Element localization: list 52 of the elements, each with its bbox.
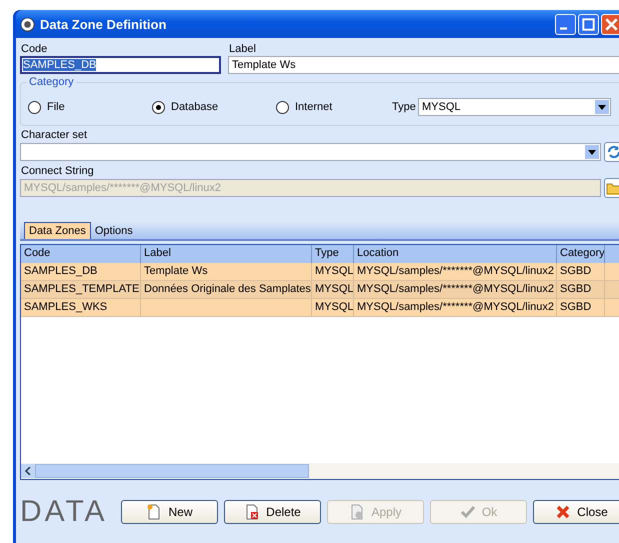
maximize-button[interactable] [578,14,599,34]
label-field[interactable]: Template Ws [228,56,619,74]
app-icon [20,16,35,32]
type-dropdown[interactable]: MYSQL [418,98,611,116]
code-field[interactable]: SAMPLES_DB [20,56,221,74]
close-icon [555,504,572,520]
action-button[interactable]: Delete [224,500,321,524]
character-set-label: Character set [20,128,88,142]
logo: DATA [20,496,109,528]
table-cell: SAMPLES_DB [21,263,141,280]
category-title: Category [27,76,76,88]
table-cell: MYSQL/samples/*******@MYSQL/linux2 [354,263,557,280]
minimize-icon [560,26,567,30]
close-window-button[interactable] [601,14,619,34]
apply-document-icon [349,504,366,520]
type-label: Type [392,101,414,113]
refresh-button[interactable] [604,142,619,162]
delete-document-icon [244,504,260,520]
table-cell: SAMPLES_WKS [21,299,141,316]
check-icon [460,504,476,520]
connect-string-label: Connect String [20,164,95,178]
table-cell: MYSQL [312,263,354,280]
radio-option[interactable]: Internet [276,100,332,114]
close-icon [605,18,618,30]
label-label: Label [228,42,257,56]
horizontal-scrollbar[interactable] [21,463,619,479]
radio-option[interactable]: Database [152,100,218,114]
table-cell: MYSQL/samples/*******@MYSQL/linux2 [354,281,557,298]
table-cell: MYSQL/samples/*******@MYSQL/linux2 [354,299,557,316]
table-cell: SGBD [557,281,605,298]
table-cell: MYSQL [312,299,354,316]
window-title: Data Zone Definition [40,16,168,32]
table-cell: MYSQL [312,281,354,298]
action-button[interactable]: Close [533,500,619,524]
tab[interactable]: Data Zones [24,222,91,239]
maximize-icon [582,18,595,30]
character-set-dropdown[interactable] [20,143,601,161]
browse-button[interactable] [604,178,619,198]
table-cell: Données Originale des Samplates [141,281,312,298]
table-cell: Template Ws [141,263,312,280]
minimize-button[interactable] [555,14,576,34]
scroll-left-icon [21,464,35,478]
tab[interactable]: Options [90,222,137,239]
table-cell: SGBD [557,263,605,280]
scrollbar-thumb[interactable] [35,464,309,478]
action-button[interactable]: New [121,500,218,524]
table-cell: SGBD [557,299,605,316]
radio-option[interactable]: File [28,100,65,114]
code-label: Code [20,42,48,56]
table-cell: SAMPLES_TEMPLATE [21,281,141,298]
new-document-icon [146,504,162,520]
refresh-icon [606,144,619,160]
